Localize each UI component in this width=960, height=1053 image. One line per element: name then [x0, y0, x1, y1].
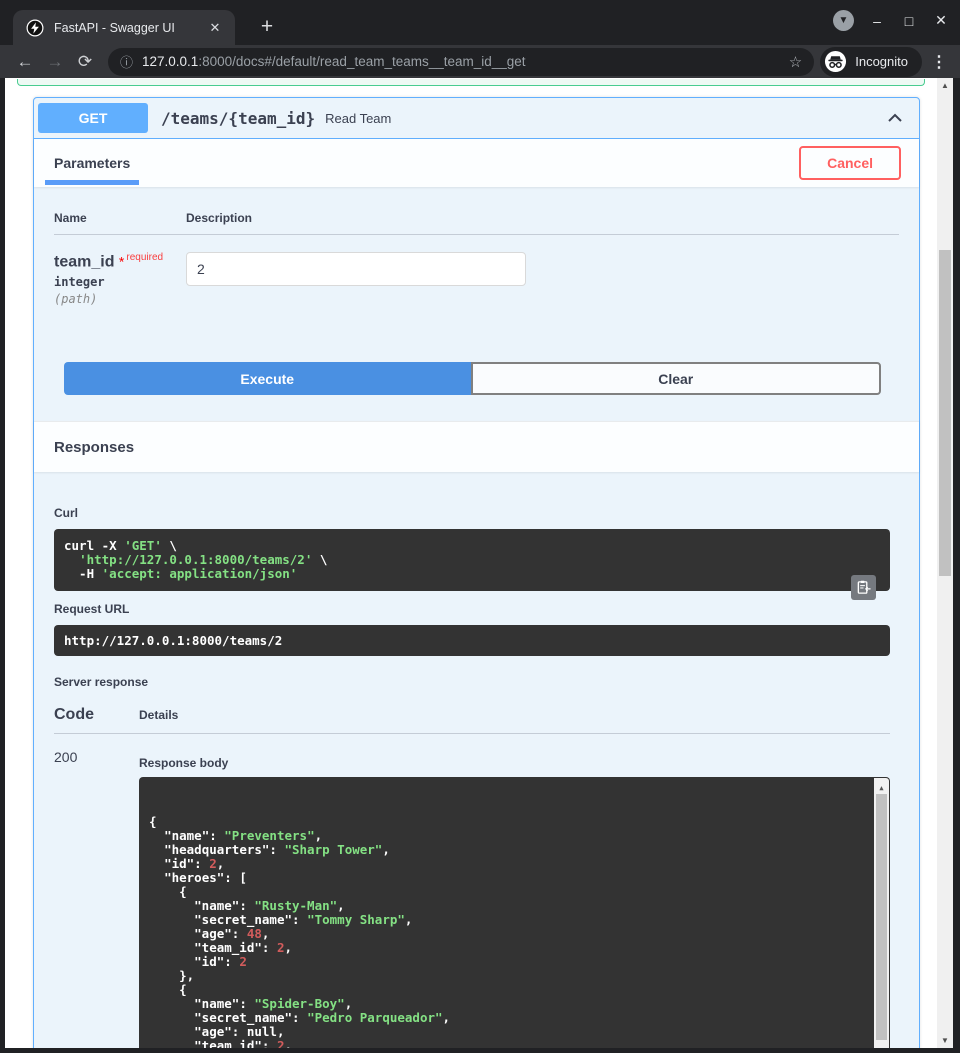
page-scrollbar[interactable]: ▲ ▼	[937, 78, 953, 1048]
team-id-input[interactable]	[186, 252, 526, 286]
reload-icon[interactable]: ⟳	[70, 49, 100, 75]
address-bar[interactable]: ⓘ 127.0.0.1:8000/docs#/default/read_team…	[108, 48, 814, 76]
bookmark-star-icon[interactable]: ☆	[789, 53, 802, 71]
required-asterisk: *	[119, 253, 124, 269]
page-scroll-thumb[interactable]	[939, 250, 951, 576]
url-path: :8000/docs#/default/read_team_teams__tea…	[198, 54, 525, 69]
parameter-name: team_id	[54, 253, 114, 270]
execute-row: Execute Clear	[64, 362, 881, 395]
parameter-location: (path)	[54, 292, 186, 306]
endpoint-summary: Read Team	[325, 111, 885, 126]
response-divider	[54, 733, 890, 734]
parameters-section: Name Description team_id *required integ…	[34, 187, 919, 421]
column-description: Description	[186, 211, 252, 225]
window-controls: ▼ – □ ✕	[833, 10, 950, 31]
clipboard-icon	[856, 580, 871, 595]
tab-bar: FastAPI - Swagger UI ✕ + ▼ – □ ✕	[0, 0, 960, 45]
incognito-icon	[824, 50, 847, 73]
clear-button[interactable]: Clear	[471, 362, 882, 395]
browser-tab[interactable]: FastAPI - Swagger UI ✕	[13, 10, 235, 45]
parameter-type: integer	[54, 275, 186, 289]
response-body-label: Response body	[139, 756, 890, 770]
url-text[interactable]: 127.0.0.1:8000/docs#/default/read_team_t…	[142, 54, 781, 69]
response-row: 200 Response body { "name": "Preventers"…	[54, 747, 890, 1048]
page-viewport: GET /teams/{team_id} Read Team Parameter…	[5, 78, 953, 1048]
response-details: Response body { "name": "Preventers", "h…	[139, 747, 890, 1048]
opblock-get-teams: GET /teams/{team_id} Read Team Parameter…	[33, 97, 920, 1048]
url-host: 127.0.0.1	[142, 54, 198, 69]
column-name: Name	[54, 211, 186, 225]
parameter-info: team_id *required integer (path)	[54, 252, 186, 306]
column-details: Details	[139, 708, 178, 722]
opblock-header[interactable]: GET /teams/{team_id} Read Team	[34, 98, 919, 139]
required-label: required	[126, 252, 163, 263]
browser-toolbar: ← → ⟳ ⓘ 127.0.0.1:8000/docs#/default/rea…	[0, 45, 960, 78]
server-response-label: Server response	[54, 675, 890, 689]
request-url-label: Request URL	[54, 602, 890, 616]
parameter-value-cell	[186, 252, 526, 306]
method-badge: GET	[38, 103, 148, 133]
code-details-header: Code Details	[54, 706, 890, 724]
forward-icon[interactable]: →	[40, 49, 70, 75]
curl-command-block: curl -X 'GET' \ 'http://127.0.0.1:8000/t…	[54, 529, 890, 591]
incognito-badge: Incognito	[820, 47, 922, 77]
close-icon[interactable]: ✕	[932, 12, 950, 29]
menu-dots-icon[interactable]: ⋮	[928, 52, 950, 72]
request-url-value: http://127.0.0.1:8000/teams/2	[54, 625, 890, 656]
column-code: Code	[54, 706, 139, 724]
minimize-icon[interactable]: –	[868, 13, 886, 29]
status-code: 200	[54, 747, 139, 1048]
back-icon[interactable]: ←	[10, 49, 40, 75]
response-body-block: { "name": "Preventers", "headquarters": …	[139, 777, 890, 1048]
fastapi-favicon-icon	[26, 19, 44, 37]
collapse-chevron-icon[interactable]	[885, 108, 905, 128]
endpoint-path: /teams/{team_id}	[161, 109, 315, 128]
maximize-icon[interactable]: □	[900, 13, 918, 29]
tab-title: FastAPI - Swagger UI	[54, 21, 205, 35]
response-body-json: { "name": "Preventers", "headquarters": …	[149, 815, 866, 1048]
site-info-icon[interactable]: ⓘ	[120, 52, 133, 71]
response-scrollbar[interactable]: ▲	[874, 778, 889, 1048]
responses-title: Responses	[54, 439, 134, 456]
tab-search-icon[interactable]: ▼	[833, 10, 854, 31]
execute-button[interactable]: Execute	[64, 362, 471, 395]
parameters-table-header: Name Description	[54, 211, 899, 225]
previous-opblock-edge	[17, 79, 925, 86]
new-tab-button[interactable]: +	[253, 14, 281, 42]
tab-parameters[interactable]: Parameters	[45, 141, 139, 185]
copy-to-clipboard-button[interactable]	[851, 575, 876, 600]
scroll-up-icon[interactable]: ▲	[937, 81, 953, 90]
incognito-label: Incognito	[855, 54, 908, 69]
swagger-content: GET /teams/{team_id} Read Team Parameter…	[5, 78, 937, 1048]
parameters-header-row: Parameters Cancel	[34, 139, 919, 187]
response-scroll-thumb[interactable]	[876, 794, 887, 1040]
scroll-up-icon[interactable]: ▲	[874, 781, 889, 795]
responses-section: Curl curl -X 'GET' \ 'http://127.0.0.1:8…	[34, 472, 919, 1048]
curl-label: Curl	[54, 506, 890, 520]
scroll-down-icon[interactable]: ▼	[937, 1036, 953, 1045]
tab-close-icon[interactable]: ✕	[205, 18, 225, 38]
parameter-row: team_id *required integer (path)	[54, 235, 899, 306]
responses-section-header: Responses	[34, 421, 919, 472]
cancel-button[interactable]: Cancel	[799, 146, 901, 180]
